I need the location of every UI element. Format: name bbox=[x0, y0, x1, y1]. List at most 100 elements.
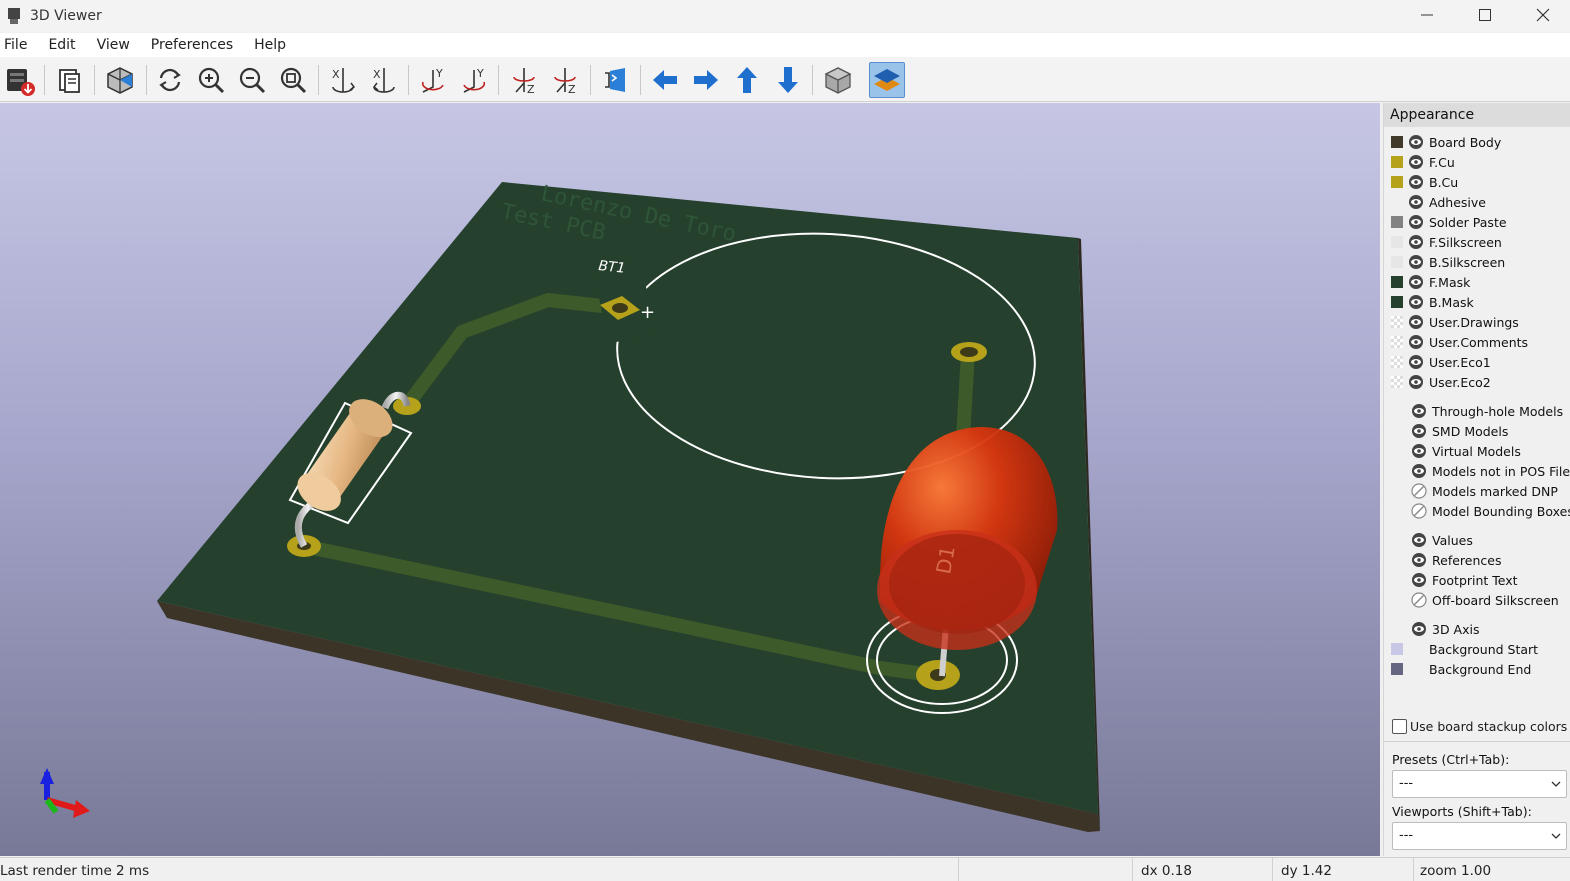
layer-color-swatch[interactable] bbox=[1391, 176, 1403, 188]
layer-row[interactable]: User.Drawings bbox=[1384, 312, 1570, 332]
menu-preferences[interactable]: Preferences bbox=[147, 37, 237, 53]
object-visibility-row[interactable]: Footprint Text bbox=[1384, 570, 1570, 590]
eye-icon[interactable] bbox=[1408, 274, 1424, 290]
eye-icon[interactable] bbox=[1408, 174, 1424, 190]
zoom-out-button[interactable] bbox=[234, 62, 270, 98]
raytracing-button[interactable] bbox=[102, 62, 138, 98]
eye-icon[interactable] bbox=[1408, 314, 1424, 330]
menu-file[interactable]: File bbox=[0, 37, 31, 53]
layers-manager-button[interactable] bbox=[869, 62, 905, 98]
layer-color-swatch[interactable] bbox=[1391, 196, 1403, 208]
layer-color-swatch[interactable] bbox=[1391, 276, 1403, 288]
layer-row[interactable]: User.Eco2 bbox=[1384, 372, 1570, 392]
layer-row[interactable]: F.Silkscreen bbox=[1384, 232, 1570, 252]
layer-row[interactable]: User.Eco1 bbox=[1384, 352, 1570, 372]
background-color-swatch[interactable] bbox=[1391, 663, 1403, 675]
eye-icon[interactable] bbox=[1411, 463, 1427, 479]
eye-hidden-icon[interactable] bbox=[1411, 483, 1427, 499]
eye-icon[interactable] bbox=[1411, 552, 1427, 568]
object-visibility-row[interactable]: SMD Models bbox=[1384, 421, 1570, 441]
rotate-x-cw-icon: X bbox=[332, 68, 356, 93]
eye-icon[interactable] bbox=[1408, 294, 1424, 310]
eye-icon[interactable] bbox=[1411, 621, 1427, 637]
eye-icon[interactable] bbox=[1408, 194, 1424, 210]
rotate-y-cw-button[interactable]: Y bbox=[416, 62, 452, 98]
flip-board-button[interactable] bbox=[597, 62, 633, 98]
eye-hidden-icon[interactable] bbox=[1411, 503, 1427, 519]
object-visibility-row[interactable]: Virtual Models bbox=[1384, 441, 1570, 461]
eye-icon[interactable] bbox=[1408, 134, 1424, 150]
eye-icon[interactable] bbox=[1408, 334, 1424, 350]
orthographic-button[interactable] bbox=[820, 62, 856, 98]
object-visibility-row[interactable]: 3D Axis bbox=[1384, 619, 1570, 639]
layer-color-swatch[interactable] bbox=[1391, 316, 1403, 328]
rotate-z-ccw-button[interactable]: Z bbox=[548, 62, 584, 98]
presets-dropdown[interactable]: --- bbox=[1392, 770, 1567, 798]
eye-icon[interactable] bbox=[1408, 354, 1424, 370]
layer-row[interactable]: Board Body bbox=[1384, 132, 1570, 152]
object-visibility-row[interactable]: Model Bounding Boxes bbox=[1384, 501, 1570, 521]
menu-edit[interactable]: Edit bbox=[44, 37, 79, 53]
layer-color-swatch[interactable] bbox=[1391, 236, 1403, 248]
rotate-x-cw-button[interactable]: X bbox=[326, 62, 362, 98]
rotate-z-cw-button[interactable]: Z bbox=[507, 62, 543, 98]
pan-right-button[interactable] bbox=[688, 62, 724, 98]
export-image-button[interactable] bbox=[2, 62, 38, 98]
rotate-y-ccw-button[interactable]: Y bbox=[457, 62, 493, 98]
stackup-colors-toggle[interactable]: Use board stackup colors bbox=[1392, 719, 1567, 734]
background-color-swatch[interactable] bbox=[1391, 643, 1403, 655]
eye-icon[interactable] bbox=[1411, 423, 1427, 439]
layer-row[interactable]: User.Comments bbox=[1384, 332, 1570, 352]
eye-icon[interactable] bbox=[1408, 234, 1424, 250]
eye-icon[interactable] bbox=[1408, 154, 1424, 170]
layer-row[interactable]: F.Cu bbox=[1384, 152, 1570, 172]
eye-hidden-icon[interactable] bbox=[1411, 592, 1427, 608]
pan-left-button[interactable] bbox=[647, 62, 683, 98]
reload-button[interactable] bbox=[152, 62, 188, 98]
eye-icon[interactable] bbox=[1411, 403, 1427, 419]
zoom-in-button[interactable] bbox=[193, 62, 229, 98]
object-visibility-row[interactable]: Values bbox=[1384, 530, 1570, 550]
rotate-x-ccw-button[interactable]: X bbox=[367, 62, 403, 98]
eye-icon[interactable] bbox=[1411, 572, 1427, 588]
menu-view[interactable]: View bbox=[93, 37, 134, 53]
layer-color-swatch[interactable] bbox=[1391, 256, 1403, 268]
viewports-dropdown[interactable]: --- bbox=[1392, 822, 1567, 850]
layer-row[interactable]: Solder Paste bbox=[1384, 212, 1570, 232]
menu-help[interactable]: Help bbox=[250, 37, 290, 53]
zoom-status: zoom 1.00 bbox=[1420, 863, 1492, 879]
object-visibility-row[interactable]: Models marked DNP bbox=[1384, 481, 1570, 501]
zoom-fit-button[interactable] bbox=[275, 62, 311, 98]
layer-color-swatch[interactable] bbox=[1391, 356, 1403, 368]
object-visibility-row[interactable]: References bbox=[1384, 550, 1570, 570]
eye-icon[interactable] bbox=[1408, 374, 1424, 390]
eye-icon[interactable] bbox=[1411, 443, 1427, 459]
layer-color-swatch[interactable] bbox=[1391, 296, 1403, 308]
layer-row[interactable]: B.Cu bbox=[1384, 172, 1570, 192]
layer-row[interactable]: B.Silkscreen bbox=[1384, 252, 1570, 272]
layer-color-swatch[interactable] bbox=[1391, 156, 1403, 168]
layer-row[interactable]: Adhesive bbox=[1384, 192, 1570, 212]
pan-down-button[interactable] bbox=[770, 62, 806, 98]
3d-viewport[interactable]: Lorenzo De Toro Test PCB BT1 + D1 bbox=[0, 103, 1380, 856]
eye-icon[interactable] bbox=[1408, 254, 1424, 270]
pan-up-button[interactable] bbox=[729, 62, 765, 98]
eye-icon[interactable] bbox=[1408, 214, 1424, 230]
layer-color-swatch[interactable] bbox=[1391, 136, 1403, 148]
layer-color-swatch[interactable] bbox=[1391, 336, 1403, 348]
object-visibility-row[interactable]: Off-board Silkscreen bbox=[1384, 590, 1570, 610]
layer-color-swatch[interactable] bbox=[1391, 376, 1403, 388]
background-color-row[interactable]: Background End bbox=[1384, 659, 1570, 679]
minimize-button[interactable] bbox=[1398, 0, 1456, 30]
close-button[interactable] bbox=[1514, 0, 1570, 30]
object-visibility-row[interactable]: Models not in POS File bbox=[1384, 461, 1570, 481]
layer-row[interactable]: B.Mask bbox=[1384, 292, 1570, 312]
object-visibility-row[interactable]: Through-hole Models bbox=[1384, 401, 1570, 421]
layer-color-swatch[interactable] bbox=[1391, 216, 1403, 228]
copy-clipboard-button[interactable] bbox=[52, 62, 88, 98]
layer-row[interactable]: F.Mask bbox=[1384, 272, 1570, 292]
stackup-checkbox[interactable] bbox=[1392, 719, 1407, 734]
background-color-row[interactable]: Background Start bbox=[1384, 639, 1570, 659]
maximize-button[interactable] bbox=[1456, 0, 1514, 30]
eye-icon[interactable] bbox=[1411, 532, 1427, 548]
